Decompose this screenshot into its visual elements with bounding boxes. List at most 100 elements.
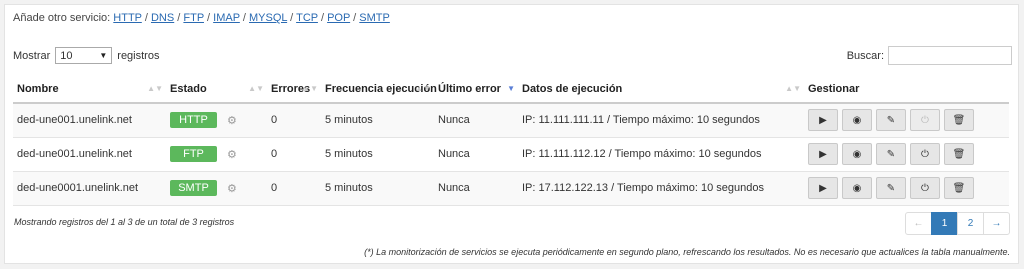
view-button[interactable]: ◉ — [842, 143, 872, 165]
cell-errors: 0 — [267, 137, 321, 172]
gear-icon[interactable]: ⚙ — [227, 148, 237, 161]
add-imap-link[interactable]: IMAP — [213, 12, 240, 24]
cell-errors: 0 — [267, 103, 321, 138]
edit-icon: ✎ — [886, 182, 896, 194]
edit-button[interactable]: ✎ — [876, 177, 906, 199]
edit-icon: ✎ — [886, 148, 896, 160]
col-header-manage: Gestionar — [804, 76, 1009, 104]
status-badge: FTP — [170, 146, 217, 162]
table-header-row: Nombre ▲▼ Estado ▲▼ Errores ▲▼ Frecuencia e… — [13, 76, 1009, 104]
chevron-down-icon: ▼ — [99, 51, 108, 60]
add-smtp-link[interactable]: SMTP — [359, 12, 390, 24]
power-icon: ⏻ — [921, 114, 929, 126]
length-label-after: registros — [117, 49, 160, 62]
delete-button[interactable]: 🗑 — [944, 109, 974, 132]
edit-button[interactable]: ✎ — [876, 109, 906, 132]
cell-last-error: Nunca — [434, 171, 518, 206]
play-icon: ▶ — [819, 182, 827, 194]
search-control: Buscar: — [847, 46, 1012, 65]
add-mysql-link[interactable]: MYSQL — [249, 12, 287, 24]
length-label-before: Mostrar — [13, 49, 51, 62]
add-ftp-link[interactable]: FTP — [183, 12, 204, 24]
footnote: (*) La monitorización de servicios se ej… — [364, 247, 1010, 257]
delete-button[interactable]: 🗑 — [944, 143, 974, 165]
view-button[interactable]: ◉ — [842, 109, 872, 132]
table-row: ded-une001.unelink.net HTTP ⚙ 0 5 minutos… — [13, 103, 1009, 138]
services-panel: Añade otro servicio: HTTP / DNS / FTP / … — [4, 4, 1019, 264]
run-button[interactable]: ▶ — [808, 143, 838, 165]
eye-icon: ◉ — [852, 182, 862, 194]
status-badge: SMTP — [170, 180, 217, 196]
cell-name: ded-une001.unelink.net — [13, 103, 166, 138]
power-icon: ⏻ — [921, 148, 929, 160]
power-button[interactable]: ⏻ — [910, 177, 940, 199]
add-dns-link[interactable]: DNS — [151, 12, 174, 24]
col-header-errors[interactable]: Errores ▲▼ — [267, 76, 321, 104]
sort-icon: ▲▼ — [147, 84, 163, 93]
gear-icon[interactable]: ⚙ — [227, 114, 237, 127]
cell-actions: ▶ ◉ ✎ ⏻ 🗑 — [804, 171, 1009, 206]
eye-icon: ◉ — [852, 148, 862, 160]
power-icon: ⏻ — [921, 182, 929, 194]
sort-icon: ▲▼ — [248, 84, 264, 93]
add-http-link[interactable]: HTTP — [113, 12, 142, 24]
cell-name: ded-une001.unelink.net — [13, 137, 166, 172]
sort-icon: ▲▼ — [785, 84, 801, 93]
view-button[interactable]: ◉ — [842, 177, 872, 199]
page-length-control: Mostrar 10 ▼ registros — [13, 47, 159, 64]
page-length-value: 10 — [60, 49, 73, 62]
cell-last-error: Nunca — [434, 137, 518, 172]
play-icon: ▶ — [819, 114, 827, 126]
cell-state: FTP ⚙ — [166, 137, 267, 172]
cell-name: ded-une0001.unelink.net — [13, 171, 166, 206]
delete-button[interactable]: 🗑 — [944, 177, 974, 199]
cell-state: HTTP ⚙ — [166, 103, 267, 138]
cell-exec-data: IP: 11.111.112.12 / Tiempo máximo: 10 se… — [518, 137, 804, 172]
run-button[interactable]: ▶ — [808, 177, 838, 199]
cell-actions: ▶ ◉ ✎ ⏻ 🗑 — [804, 103, 1009, 138]
play-icon: ▶ — [819, 148, 827, 160]
sort-icon: ▲▼ — [302, 84, 318, 93]
cell-exec-data: IP: 11.111.111.11 / Tiempo máximo: 10 se… — [518, 103, 804, 138]
eye-icon: ◉ — [852, 114, 862, 126]
col-header-state[interactable]: Estado ▲▼ — [166, 76, 267, 104]
table-row: ded-une0001.unelink.net SMTP ⚙ 0 5 minuto… — [13, 171, 1009, 206]
trash-icon: 🗑 — [952, 182, 966, 194]
cell-actions: ▶ ◉ ✎ ⏻ 🗑 — [804, 137, 1009, 172]
services-table: Nombre ▲▼ Estado ▲▼ Errores ▲▼ Frecuencia e… — [13, 76, 1009, 206]
col-header-name[interactable]: Nombre ▲▼ — [13, 76, 166, 104]
col-header-exec-data[interactable]: Datos de ejecución ▲▼ — [518, 76, 804, 104]
cell-errors: 0 — [267, 171, 321, 206]
edit-button[interactable]: ✎ — [876, 143, 906, 165]
gear-icon[interactable]: ⚙ — [227, 182, 237, 195]
page-button-1[interactable]: 1 — [931, 212, 958, 235]
page-button-2[interactable]: 2 — [957, 212, 984, 235]
col-header-frequency[interactable]: Frecuencia ejecución ▲▼ — [321, 76, 437, 104]
cell-frequency: 5 minutos — [321, 137, 434, 172]
table-info: Mostrando registros del 1 al 3 de un tot… — [14, 217, 235, 227]
add-service-bar: Añade otro servicio: HTTP / DNS / FTP / … — [13, 12, 390, 24]
col-header-last-error[interactable]: Último error ▼ — [434, 76, 518, 104]
edit-icon: ✎ — [886, 114, 896, 126]
run-button[interactable]: ▶ — [808, 109, 838, 132]
page-length-select[interactable]: 10 ▼ — [55, 47, 113, 64]
sort-desc-icon: ▼ — [507, 84, 515, 93]
trash-icon: 🗑 — [952, 114, 966, 126]
add-service-label: Añade otro servicio: — [13, 12, 111, 24]
sort-icon: ▲▼ — [415, 84, 431, 93]
next-page-button[interactable]: → — [983, 212, 1010, 235]
prev-page-button[interactable]: ← — [905, 212, 932, 235]
trash-icon: 🗑 — [952, 148, 966, 160]
power-button[interactable]: ⏻ — [910, 109, 940, 132]
status-badge: HTTP — [170, 112, 217, 129]
pagination: ← 1 2 → — [905, 212, 1010, 235]
power-button[interactable]: ⏻ — [910, 143, 940, 165]
table-row: ded-une001.unelink.net FTP ⚙ 0 5 minutos … — [13, 137, 1009, 172]
add-tcp-link[interactable]: TCP — [296, 12, 318, 24]
search-input[interactable] — [888, 46, 1012, 65]
cell-last-error: Nunca — [434, 103, 518, 138]
add-pop-link[interactable]: POP — [327, 12, 350, 24]
cell-state: SMTP ⚙ — [166, 171, 267, 206]
search-label: Buscar: — [846, 49, 884, 62]
cell-exec-data: IP: 17.112.122.13 / Tiempo máximo: 10 se… — [518, 171, 804, 206]
